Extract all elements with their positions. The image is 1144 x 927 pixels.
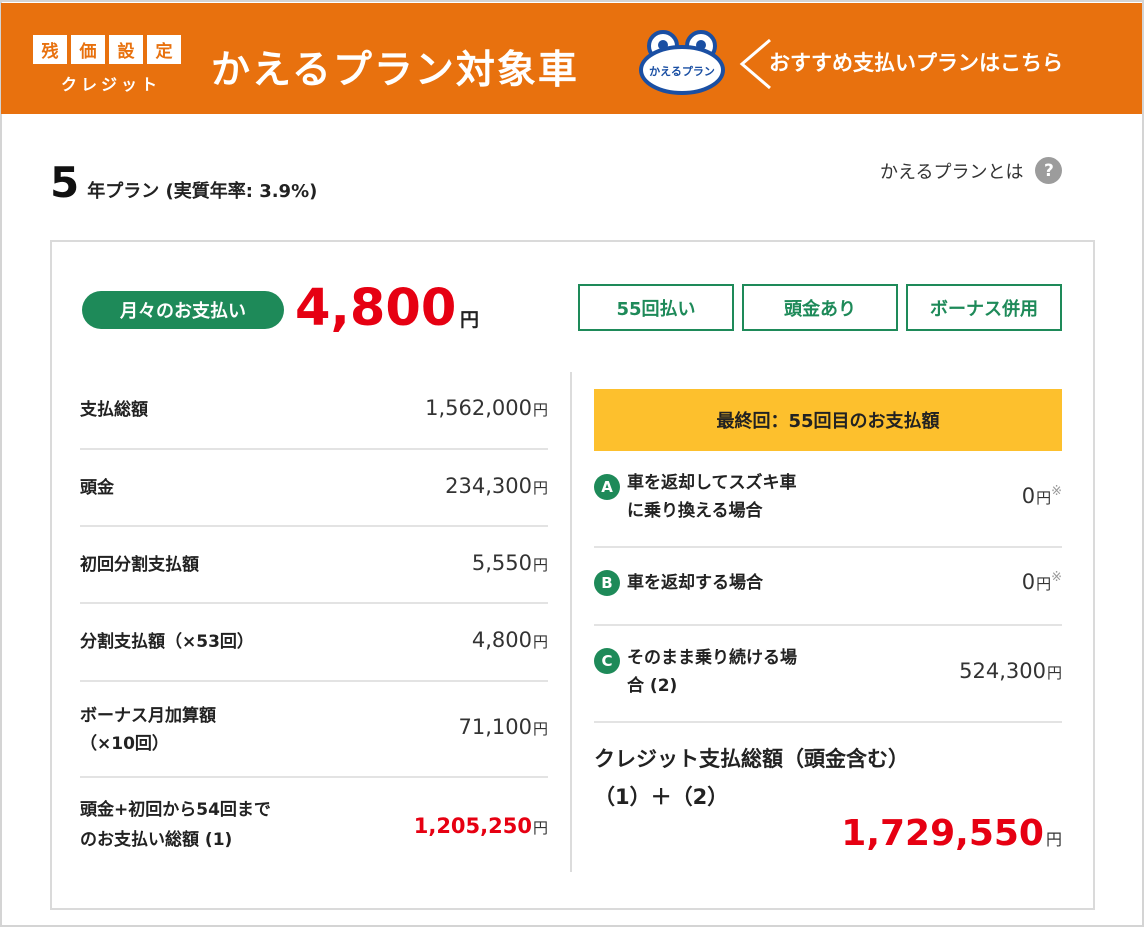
option-down-payment[interactable]: 頭金あり [742, 284, 898, 331]
plan-rate-text: 年プラン (実質年率: 3.9%) [87, 181, 318, 202]
row-label: ボーナス月加算額 [80, 706, 216, 726]
credit-total-title: クレジット支払総額（頭金含む） （1）＋（2） [594, 740, 909, 816]
final-option-a: A 車を返却してスズキ車 に乗り換える場合 0 円 ※ [594, 451, 1062, 548]
marker-c-icon: C [594, 648, 620, 674]
row-label: 支払総額 [80, 400, 148, 420]
row-subtotal-1: 頭金+初回から54回まで のお支払い総額 (1) 1,205,250 円 [80, 778, 548, 874]
marker-a-icon: A [594, 474, 620, 500]
frog-logo-icon: かえるプラン [639, 30, 725, 95]
frog-logo-text: かえるプラン [649, 64, 715, 78]
row-value: 4,800 円 [471, 628, 548, 652]
total-title-line: クレジット支払総額（頭金含む） [594, 747, 909, 771]
plan-heading: 5 年プラン (実質年率: 3.9%) [50, 158, 317, 207]
zanka-settei-badge: 残 価 設 定 クレジット [33, 35, 193, 95]
about-kaeru-plan-link[interactable]: かえるプランとは ? [880, 157, 1063, 184]
option-label: 合 (2) [627, 676, 678, 696]
badge-subtitle: クレジット [61, 75, 162, 94]
option-55-installments[interactable]: 55回払い [578, 284, 734, 331]
row-label: （×10回） [80, 734, 169, 754]
help-icon[interactable]: ? [1035, 157, 1063, 184]
row-label: のお支払い総額 (1) [80, 830, 233, 850]
option-label: そのまま乗り続ける場 [627, 648, 797, 668]
banner-title: かえるプラン対象車 [211, 48, 579, 93]
marker-b-icon: B [594, 570, 620, 596]
total-title-formula: （1）＋（2） [594, 785, 729, 809]
monthly-payment-amount: 4,800 [295, 279, 457, 338]
row-label: 頭金 [80, 478, 114, 498]
row-label: 分割支払額（×53回） [80, 632, 254, 652]
total-amount-value: 1,729,550 [841, 813, 1044, 854]
option-value: 524,300 円 [959, 659, 1062, 683]
row-label: 頭金+初回から54回まで [80, 800, 271, 820]
recommend-plan-link[interactable]: おすすめ支払いプランはこちら [769, 47, 1063, 77]
row-installment-amount: 分割支払額（×53回） 4,800 円 [80, 604, 548, 682]
row-value: 71,100 円 [458, 715, 549, 739]
column-divider [570, 372, 572, 872]
plan-years: 5 [50, 158, 80, 207]
option-label: に乗り換える場合 [627, 501, 763, 521]
row-value: 1,562,000 円 [425, 396, 548, 420]
row-bonus-addition: ボーナス月加算額 （×10回） 71,100 円 [80, 682, 548, 778]
final-payment-header: 最終回：55回目のお支払額 [594, 389, 1062, 451]
badge-char: 残 [33, 35, 67, 64]
option-label: 車を返却する場合 [627, 573, 763, 593]
row-label: 初回分割支払額 [80, 555, 199, 575]
badge-char: 定 [147, 35, 181, 64]
option-label: 車を返却してスズキ車 [627, 473, 797, 493]
monthly-payment-label: 月々のお支払い [82, 291, 284, 329]
row-total-payment: 支払総額 1,562,000 円 [80, 372, 548, 450]
monthly-payment-unit: 円 [460, 309, 480, 331]
row-down-payment: 頭金 234,300 円 [80, 450, 548, 527]
row-value: 234,300 円 [445, 474, 548, 498]
row-first-installment: 初回分割支払額 5,550 円 [80, 527, 548, 604]
total-amount-unit: 円 [1045, 830, 1062, 849]
header-banner[interactable]: 残 価 設 定 クレジット かえるプラン対象車 かえるプラン おすすめ支払いプラ… [1, 3, 1142, 114]
badge-char: 価 [71, 35, 105, 64]
row-value: 1,205,250 円 [413, 814, 548, 838]
option-value: 0 円 ※ [1021, 570, 1062, 594]
badge-char: 設 [109, 35, 143, 64]
final-option-c: C そのまま乗り続ける場 合 (2) 524,300 円 [594, 626, 1062, 723]
about-label: かえるプランとは [880, 161, 1024, 183]
row-value: 5,550 円 [471, 551, 548, 575]
credit-total-amount: 1,729,550 円 [841, 813, 1062, 854]
option-value: 0 円 ※ [1021, 484, 1062, 508]
final-option-b: B 車を返却する場合 0 円 ※ [594, 548, 1062, 626]
option-bonus-combined[interactable]: ボーナス併用 [906, 284, 1062, 331]
